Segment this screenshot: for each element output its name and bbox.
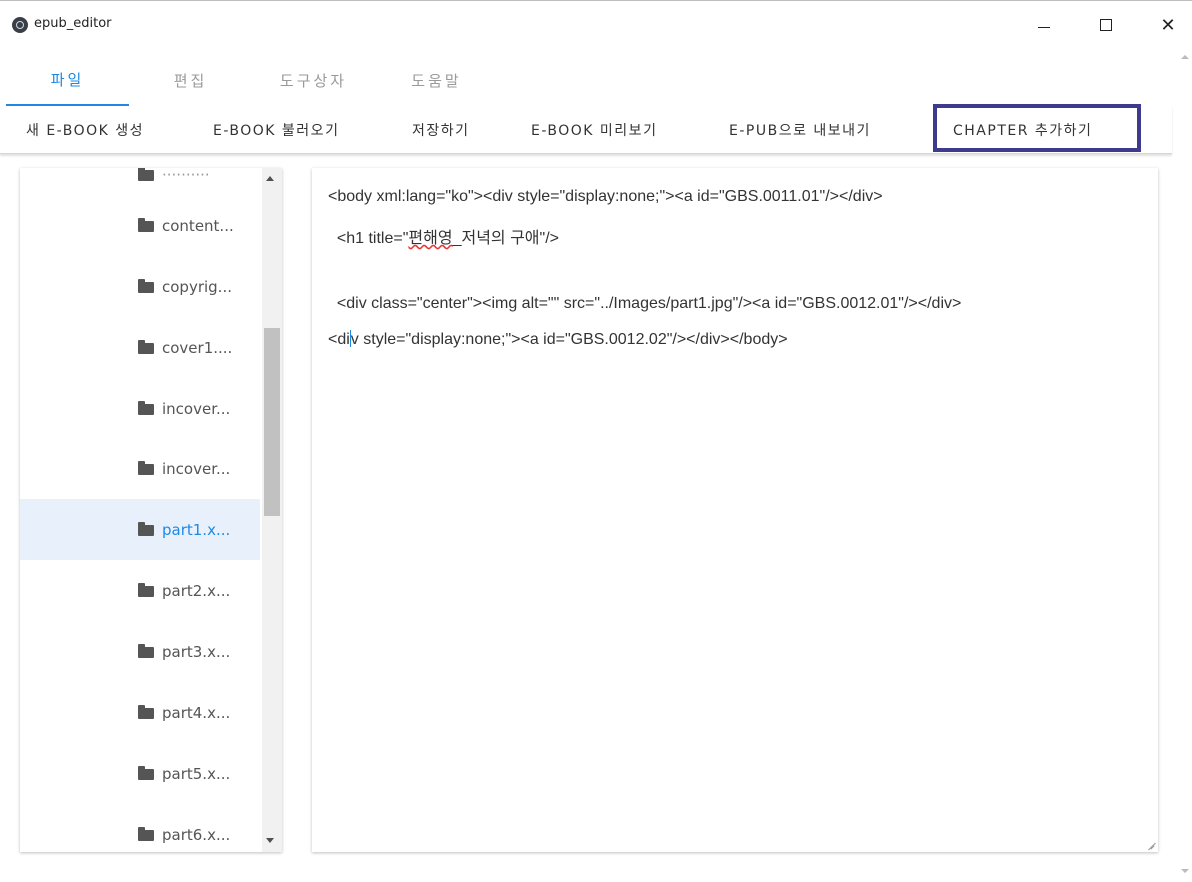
folder-icon [138,583,154,597]
file-name: cover1.... [162,338,233,357]
app-logo-icon [12,17,28,33]
scroll-down-icon[interactable] [266,838,274,843]
folder-icon [138,279,154,293]
folder-icon [138,705,154,719]
code-line-1: <body xml:lang="ko"><div style="display:… [328,188,883,205]
file-name: part6.x... [162,825,231,844]
tab-file[interactable]: 파일 [6,54,129,106]
close-icon: ✕ [1160,14,1176,36]
window-scroll-down-icon[interactable] [1180,866,1190,876]
list-item[interactable]: copyrig... [20,256,260,317]
code-editor[interactable]: <body xml:lang="ko"><div style="display:… [312,168,1158,852]
file-name: part1.x... [162,520,231,539]
code-line-2: <h1 title="편해영_저녁의 구애"/> [328,224,559,248]
minimize-icon [1038,26,1050,28]
tab-edit[interactable]: 편집 [129,54,252,106]
list-item[interactable]: cover1.... [20,317,260,378]
save-button[interactable]: 저장하기 [412,106,470,154]
list-item[interactable]: part4.x... [20,682,260,743]
list-item[interactable]: incover... [20,438,260,499]
folder-icon [138,827,154,841]
code-line-3: <div class="center"><img alt="" src="../… [328,295,962,312]
new-ebook-button[interactable]: 새 E-BOOK 생성 [26,106,144,154]
folder-icon [138,340,154,354]
scroll-up-icon[interactable] [266,176,274,181]
folder-icon [138,401,154,415]
file-name: part5.x... [162,764,231,783]
code-line-4: <div style="display:none;"><a id="GBS.00… [328,330,788,349]
list-item[interactable]: part5.x... [20,743,260,804]
sidebar-scrollbar-thumb[interactable] [264,328,280,516]
tab-help[interactable]: 도움말 [375,54,498,106]
tab-toolbox[interactable]: 도구상자 [252,54,375,106]
menu-tabs: 파일 편집 도구상자 도움말 [6,54,498,106]
window-scroll-up-icon[interactable] [1180,52,1190,62]
folder-icon [138,522,154,536]
list-item[interactable]: content... [20,195,260,256]
code-text: v style="display:none;"><a id="GBS.0012.… [350,331,788,348]
file-name: part3.x... [162,642,231,661]
file-name: content... [162,216,234,235]
minimize-button[interactable] [1024,10,1064,40]
code-text: <h1 title=" [328,230,409,247]
list-item-selected[interactable]: part1.x... [20,499,260,560]
window-title: epub_editor [34,16,112,31]
spellcheck-word: 편해영 [408,230,453,247]
folder-icon [138,461,154,475]
file-name: incover... [162,459,231,478]
load-ebook-button[interactable]: E-BOOK 불러오기 [213,106,339,154]
maximize-button[interactable] [1086,10,1126,40]
resize-grip-icon[interactable] [1146,840,1155,849]
code-text: <di [328,331,350,348]
list-item[interactable]: part2.x... [20,560,260,621]
file-name: copyrig... [162,277,232,296]
file-name: part2.x... [162,581,231,600]
preview-ebook-button[interactable]: E-BOOK 미리보기 [531,106,657,154]
maximize-icon [1100,19,1112,31]
title-bar: epub_editor ✕ [0,0,1192,50]
list-item[interactable]: part3.x... [20,621,260,682]
file-sidebar: ·········· content... copyrig... cover1.… [20,168,282,852]
close-button[interactable]: ✕ [1148,10,1188,40]
file-name: incover... [162,399,231,418]
export-epub-button[interactable]: E-PUB으로 내보내기 [729,106,871,154]
list-item[interactable]: incover... [20,378,260,439]
folder-icon [138,644,154,658]
folder-icon [138,168,154,181]
folder-icon [138,766,154,780]
file-name: part4.x... [162,703,231,722]
code-text: _저녁의 구애"/> [452,230,559,247]
add-chapter-highlight [933,104,1141,152]
list-item[interactable]: part6.x... [20,804,260,852]
folder-icon [138,218,154,232]
